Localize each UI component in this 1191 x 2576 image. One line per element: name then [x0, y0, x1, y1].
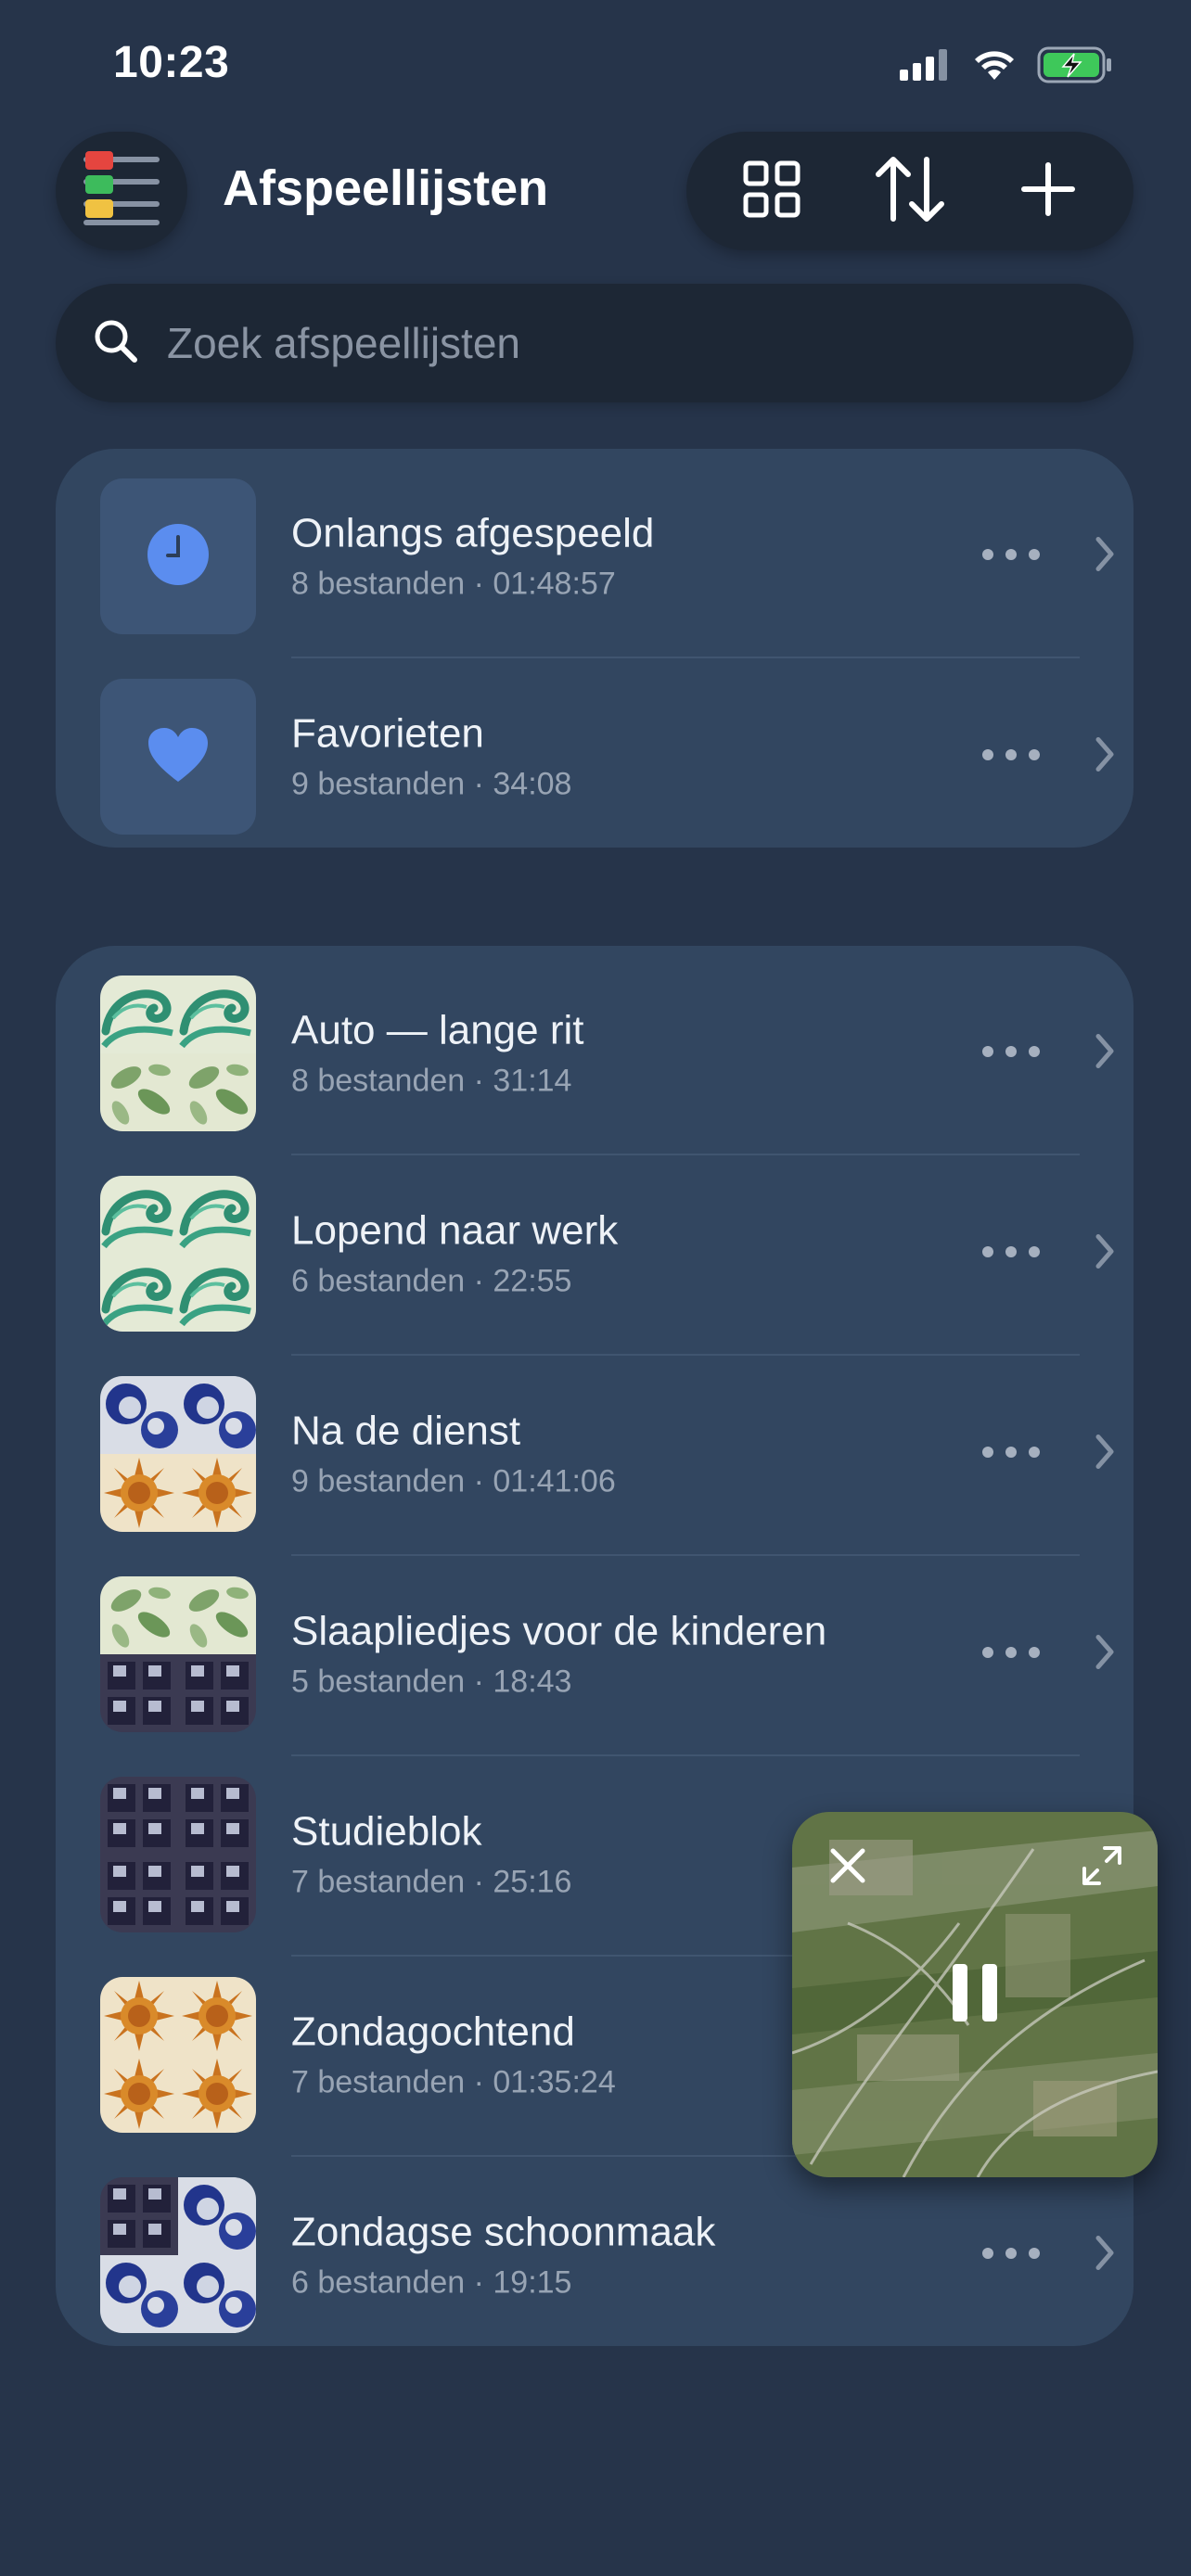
battery-charging-icon: [1037, 46, 1113, 83]
playlist-subtitle: 9 bestanden · 01:41:06: [291, 1463, 616, 1499]
favorites-thumbnail: [100, 679, 256, 835]
playlist-title: Favorieten: [291, 710, 484, 757]
mini-player-expand-button[interactable]: [1074, 1840, 1130, 1895]
chevron-right-icon: [1095, 1634, 1115, 1676]
more-options-button[interactable]: [965, 1226, 1057, 1282]
playlist-artwork: [100, 1977, 256, 2133]
playlist-artwork: [100, 976, 256, 1131]
playlist-subtitle: 7 bestanden · 01:35:24: [291, 2064, 616, 2100]
chevron-right-icon: [1095, 1033, 1115, 1075]
header-toolbar: [686, 132, 1133, 250]
playlist-title: Slaapliedjes voor de kinderen: [291, 1608, 827, 1654]
more-options-button[interactable]: [965, 1426, 1057, 1482]
plus-icon: [1020, 161, 1076, 222]
playlist-row[interactable]: Slaapliedjes voor de kinderen 5 bestande…: [56, 1554, 1133, 1754]
chevron-right-icon: [1095, 536, 1115, 578]
more-icon: [981, 1045, 1041, 1063]
playlist-title: Na de dienst: [291, 1408, 521, 1454]
chevron-right-icon: [1095, 1434, 1115, 1475]
heart-icon: [147, 726, 210, 788]
playlist-subtitle: 5 bestanden · 18:43: [291, 1664, 572, 1700]
status-icons: [900, 46, 1113, 83]
more-options-button[interactable]: [965, 1026, 1057, 1081]
status-bar: 10:23: [0, 0, 1191, 130]
more-icon: [981, 1245, 1041, 1263]
playlist-row[interactable]: Na de dienst 9 bestanden · 01:41:06: [56, 1354, 1133, 1554]
playlist-subtitle: 7 bestanden · 25:16: [291, 1864, 572, 1900]
special-lists-card: Onlangs afgespeeld 8 bestanden · 01:48:5…: [56, 449, 1133, 848]
playlist-artwork: [100, 1576, 256, 1732]
more-icon: [981, 2247, 1041, 2264]
add-playlist-button[interactable]: [992, 140, 1104, 242]
wifi-icon: [972, 48, 1017, 82]
playlist-row[interactable]: Lopend naar werk 6 bestanden · 22:55: [56, 1154, 1133, 1354]
grid-view-button[interactable]: [716, 140, 827, 242]
cellular-signal-icon: [900, 49, 952, 81]
playlist-menu-icon: [80, 147, 163, 236]
playlist-row[interactable]: Auto — lange rit 8 bestanden · 31:14: [56, 953, 1133, 1154]
playlist-subtitle: 6 bestanden · 22:55: [291, 1263, 572, 1299]
playlist-artwork: [100, 2177, 256, 2333]
playlist-row-recent[interactable]: Onlangs afgespeeld 8 bestanden · 01:48:5…: [56, 456, 1133, 657]
page-title: Afspeellijsten: [223, 160, 549, 216]
menu-button[interactable]: [56, 132, 187, 250]
playlist-title: Zondagochtend: [291, 2009, 575, 2055]
expand-icon: [1081, 1844, 1123, 1892]
playlist-title: Auto — lange rit: [291, 1007, 584, 1053]
playlist-row-favorites[interactable]: Favorieten 9 bestanden · 34:08: [56, 657, 1133, 857]
more-icon: [981, 1646, 1041, 1664]
mini-player-pause-button[interactable]: [938, 1958, 1012, 2032]
mini-player[interactable]: [792, 1812, 1158, 2177]
more-options-button[interactable]: [965, 2227, 1057, 2283]
playlist-artwork: [100, 1777, 256, 1932]
chevron-right-icon: [1095, 2235, 1115, 2276]
chevron-right-icon: [1095, 1233, 1115, 1275]
more-icon: [981, 548, 1041, 566]
playlist-artwork: [100, 1176, 256, 1332]
playlist-artwork: [100, 1376, 256, 1532]
playlist-title: Zondagse schoonmaak: [291, 2209, 716, 2255]
status-time: 10:23: [113, 38, 230, 87]
close-icon: [829, 1847, 866, 1889]
playlist-subtitle: 8 bestanden · 31:14: [291, 1063, 572, 1099]
sort-icon: [873, 154, 947, 229]
search-field[interactable]: [56, 284, 1133, 402]
grid-view-icon: [742, 159, 801, 223]
search-input[interactable]: [165, 317, 1059, 369]
more-icon: [981, 1446, 1041, 1463]
playlist-title: Studieblok: [291, 1808, 482, 1855]
sort-button[interactable]: [854, 140, 966, 242]
more-options-button[interactable]: [965, 1626, 1057, 1682]
playlist-subtitle: 8 bestanden · 01:48:57: [291, 566, 616, 602]
pause-icon: [951, 1962, 999, 2028]
more-options-button[interactable]: [965, 529, 1057, 584]
more-options-button[interactable]: [965, 729, 1057, 784]
mini-player-close-button[interactable]: [820, 1840, 876, 1895]
playlist-subtitle: 9 bestanden · 34:08: [291, 766, 572, 802]
recent-thumbnail: [100, 478, 256, 634]
playlist-title: Lopend naar werk: [291, 1207, 619, 1254]
playlist-row[interactable]: Zondagse schoonmaak 6 bestanden · 19:15: [56, 2155, 1133, 2355]
playlist-title: Onlangs afgespeeld: [291, 510, 655, 556]
playlist-subtitle: 6 bestanden · 19:15: [291, 2264, 572, 2301]
chevron-right-icon: [1095, 736, 1115, 778]
search-icon: [93, 318, 139, 369]
more-icon: [981, 748, 1041, 766]
clock-icon: [146, 522, 211, 592]
